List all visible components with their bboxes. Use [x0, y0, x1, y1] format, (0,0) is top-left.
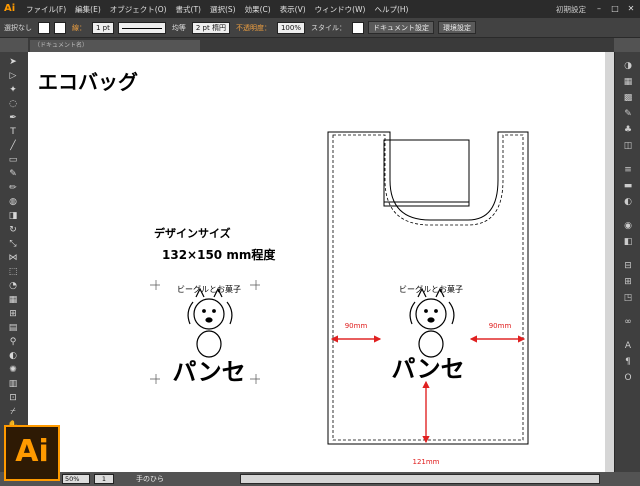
shape-builder-icon[interactable]: ◔ — [7, 280, 19, 292]
dimension-right-label: 90mm — [489, 322, 512, 330]
menu-select[interactable]: 選択(S) — [210, 4, 236, 15]
right-logo-main-text: パンセ — [391, 355, 464, 383]
align-icon[interactable]: ⊟ — [622, 260, 634, 272]
slice-icon[interactable]: ⌿ — [7, 406, 19, 418]
variable-width-profile[interactable] — [117, 21, 166, 34]
eyedropper-icon[interactable]: ⚲ — [7, 336, 19, 348]
opentype-icon[interactable]: O — [622, 372, 634, 384]
transform-icon[interactable]: ⊞ — [622, 276, 634, 288]
document-tab-bar: （ドキュメント名） — [28, 38, 614, 52]
eraser-icon[interactable]: ◨ — [7, 210, 19, 222]
line-tool-icon[interactable]: ╱ — [7, 140, 19, 152]
dimension-bottom-label: 121mm — [413, 458, 440, 466]
symbol-sprayer-icon[interactable]: ✺ — [7, 364, 19, 376]
rectangle-tool-icon[interactable]: ▭ — [7, 154, 19, 166]
document-tab[interactable]: （ドキュメント名） — [30, 40, 200, 52]
type-tool-icon[interactable]: T — [7, 126, 19, 138]
pathfinder-icon[interactable]: ◳ — [622, 292, 634, 304]
lasso-icon[interactable]: ◌ — [7, 98, 19, 110]
right-logo-arc-text: ビーグルとお菓子 — [399, 284, 463, 294]
vertical-scrollbar[interactable] — [605, 52, 614, 472]
maximize-icon[interactable]: □ — [608, 3, 622, 15]
opacity-field[interactable]: 100% — [276, 21, 305, 34]
menu-help[interactable]: ヘルプ(H) — [374, 4, 408, 15]
document-setup-button[interactable]: ドキュメント設定 — [367, 21, 434, 34]
rotate-icon[interactable]: ↻ — [7, 224, 19, 236]
menu-bar: Ai ファイル(F) 編集(E) オブジェクト(O) 書式(T) 選択(S) 効… — [0, 0, 640, 18]
gradient-panel-icon[interactable]: ▬ — [622, 180, 634, 192]
panel-dock: ◑ ▦ ▩ ✎ ♣ ◫ ≡ ▬ ◐ ◉ ◧ ⊟ ⊞ ◳ ∞ A ¶ O — [614, 52, 640, 472]
symbols-icon[interactable]: ♣ — [622, 124, 634, 136]
selection-status: 選択なし — [4, 23, 32, 32]
artboard-icon[interactable]: ⊡ — [7, 392, 19, 404]
tools-panel: ➤ ▷ ✦ ◌ ✒ T ╱ ▭ ✎ ✏ ◍ ◨ ↻ ⤡ ⋈ ⬚ ◔ ▦ ⊞ ▤ … — [0, 52, 28, 472]
left-logo-main-text: パンセ — [172, 358, 245, 386]
selection-tool-icon[interactable]: ➤ — [7, 56, 19, 68]
perspective-grid-icon[interactable]: ▦ — [7, 294, 19, 306]
artboard-canvas[interactable]: エコバッグ デザインサイズ 132×150 mm程度 ビーグルとお菓子 パンセ … — [28, 52, 614, 472]
left-logo-arc-text: ビーグルとお菓子 — [177, 284, 241, 294]
graphic-style-swatch[interactable] — [351, 21, 364, 34]
menu-file[interactable]: ファイル(F) — [26, 4, 66, 15]
menu-window[interactable]: ウィンドウ(W) — [315, 4, 366, 15]
line-style-label: 均等 — [171, 23, 186, 32]
graphic-styles-icon[interactable]: ◫ — [622, 140, 634, 152]
pen-tool-icon[interactable]: ✒ — [7, 112, 19, 124]
transparency-icon[interactable]: ◐ — [622, 196, 634, 208]
fill-swatch[interactable] — [38, 21, 50, 34]
illustrator-logo-icon: Ai — [4, 3, 16, 14]
menu-type[interactable]: 書式(T) — [176, 4, 201, 15]
gradient-icon[interactable]: ▤ — [7, 322, 19, 334]
opacity-label[interactable]: 不透明度： — [236, 23, 271, 33]
stroke-icon[interactable]: ≡ — [622, 164, 634, 176]
direct-selection-tool-icon[interactable]: ▷ — [7, 70, 19, 82]
style-label: スタイル： — [310, 23, 346, 32]
stroke-width-field[interactable]: 1 pt — [92, 21, 114, 34]
menu-view[interactable]: 表示(V) — [280, 4, 306, 15]
left-dog-illustration — [187, 287, 233, 358]
current-tool-status: 手のひら — [136, 475, 164, 483]
dimension-left-label: 90mm — [345, 322, 368, 330]
stroke-swatch[interactable] — [54, 21, 66, 34]
width-tool-icon[interactable]: ⋈ — [7, 252, 19, 264]
brush-definition[interactable]: 2 pt 楕円 — [191, 21, 230, 34]
layers-icon[interactable]: ◧ — [622, 236, 634, 248]
blend-icon[interactable]: ◐ — [7, 350, 19, 362]
menu-object[interactable]: オブジェクト(O) — [110, 4, 167, 15]
zoom-field[interactable]: 50% — [62, 474, 90, 484]
preferences-button[interactable]: 環境設定 — [437, 21, 476, 34]
scale-icon[interactable]: ⤡ — [7, 238, 19, 250]
free-transform-icon[interactable]: ⬚ — [7, 266, 19, 278]
character-icon[interactable]: A — [622, 340, 634, 352]
artboard-navigation[interactable]: 1 — [94, 474, 114, 484]
horizontal-scrollbar[interactable] — [240, 474, 600, 484]
illustrator-app-icon: Ai — [4, 425, 60, 481]
column-graph-icon[interactable]: ▥ — [7, 378, 19, 390]
color-icon[interactable]: ◑ — [622, 60, 634, 72]
mesh-icon[interactable]: ⊞ — [7, 308, 19, 320]
menu-edit[interactable]: 編集(E) — [75, 4, 101, 15]
control-bar: 選択なし 線： 1 pt 均等 2 pt 楕円 不透明度： 100% スタイル：… — [0, 18, 640, 38]
magic-wand-icon[interactable]: ✦ — [7, 84, 19, 96]
stroke-label[interactable]: 線： — [72, 23, 86, 33]
appearance-icon[interactable]: ◉ — [622, 220, 634, 232]
menu-effect[interactable]: 効果(C) — [245, 4, 271, 15]
paragraph-icon[interactable]: ¶ — [622, 356, 634, 368]
color-guide-icon[interactable]: ▦ — [622, 76, 634, 88]
paintbrush-icon[interactable]: ✎ — [7, 168, 19, 180]
close-icon[interactable]: ✕ — [624, 3, 638, 15]
artwork-layer: ビーグルとお菓子 パンセ ビーグルとお菓子 パンセ 90mm 90mm 121m… — [150, 131, 529, 466]
minimize-icon[interactable]: – — [592, 3, 606, 15]
brushes-icon[interactable]: ✎ — [622, 108, 634, 120]
pencil-icon[interactable]: ✏ — [7, 182, 19, 194]
swatches-icon[interactable]: ▩ — [622, 92, 634, 104]
blob-brush-icon[interactable]: ◍ — [7, 196, 19, 208]
right-dog-illustration — [409, 287, 455, 358]
links-icon[interactable]: ∞ — [622, 316, 634, 328]
workspace-switcher[interactable]: 初期設定 — [556, 4, 586, 15]
